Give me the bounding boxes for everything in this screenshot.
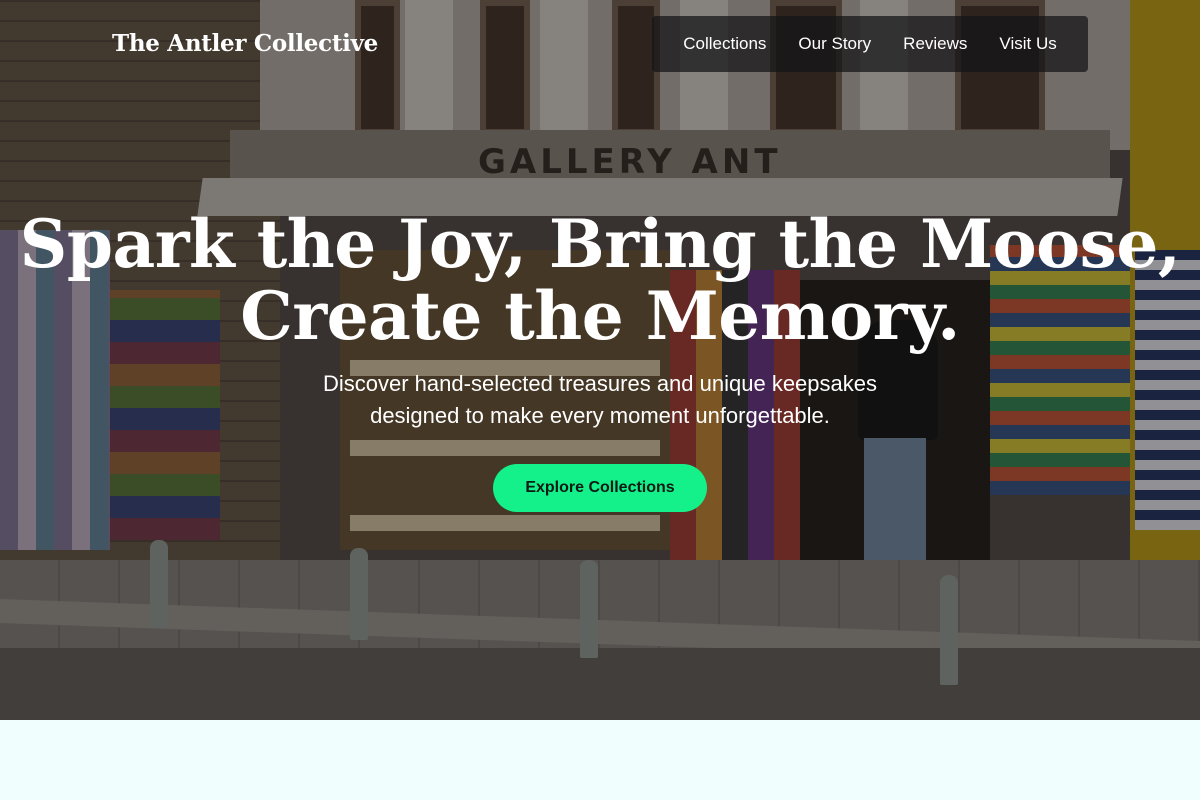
brand-logo[interactable]: The Antler Collective [112,30,378,57]
hero-background-image: GALLERY ANT [0,0,1200,720]
hero-title-line-1: Spark the Joy, Bring the Moose, [19,205,1181,283]
next-section [0,720,1200,800]
nav-reviews[interactable]: Reviews [903,34,967,54]
nav-collections[interactable]: Collections [683,34,766,54]
hero-section: GALLERY ANT The Antler Collective Collec… [0,0,1200,720]
nav-visit-us[interactable]: Visit Us [999,34,1056,54]
hero-subtitle: Discover hand-selected treasures and uni… [250,368,950,432]
explore-collections-button[interactable]: Explore Collections [493,464,707,512]
hero-subtitle-line-1: Discover hand-selected treasures and uni… [323,371,877,396]
main-nav: Collections Our Story Reviews Visit Us [652,16,1088,72]
hero-subtitle-line-2: designed to make every moment unforgetta… [370,403,830,428]
hero-title-line-2: Create the Memory. [240,277,960,355]
hero-title: Spark the Joy, Bring the Moose, Create t… [0,208,1200,352]
nav-our-story[interactable]: Our Story [798,34,871,54]
